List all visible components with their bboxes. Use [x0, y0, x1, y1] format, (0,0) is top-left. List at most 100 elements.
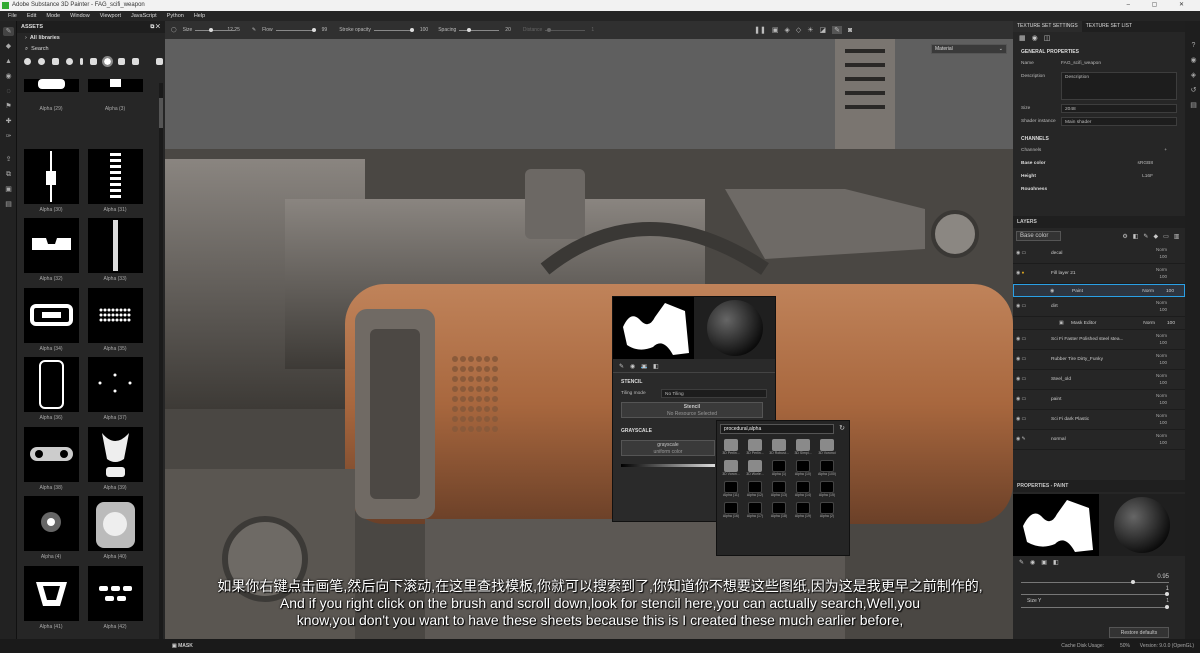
settings-icon[interactable]: ▦ — [1019, 34, 1026, 42]
layer-opacity[interactable]: 100 — [1159, 400, 1167, 405]
all-libraries[interactable]: › All libraries — [17, 33, 165, 44]
asset-item[interactable]: Alpha (39) — [85, 426, 145, 497]
smudge-icon[interactable]: ◌ — [3, 87, 14, 96]
asset-item[interactable]: Alpha (4) — [21, 496, 81, 566]
geometry-fill-icon[interactable]: ◉ — [3, 72, 14, 81]
layer-blend[interactable]: Norm — [1156, 393, 1167, 398]
material-tab-icon[interactable]: ◉ — [630, 363, 635, 370]
asset-item[interactable]: Alpha (35) — [85, 287, 145, 358]
projection-icon[interactable]: ▲ — [3, 57, 14, 66]
layer-opacity[interactable]: 100 — [1159, 380, 1167, 385]
brush-tab-icon[interactable]: ✎ — [619, 363, 624, 370]
layer-opacity[interactable]: 100 — [1159, 274, 1167, 279]
eye-icon[interactable]: ◉ ▭ — [1016, 330, 1026, 350]
resource-item[interactable]: Alpha (12) — [744, 480, 766, 500]
spacing-value[interactable]: 20 — [505, 27, 511, 33]
flow-value[interactable]: 99 — [322, 27, 328, 33]
name-value[interactable]: FAG_scifi_weapon — [1061, 59, 1101, 68]
filter-particles-icon[interactable] — [90, 57, 97, 65]
layer-row-mask[interactable]: ▣ Mask Editor Norm 100 — [1013, 317, 1185, 330]
asset-item[interactable]: Alpha (37) — [85, 357, 145, 427]
material-picker-icon[interactable]: ✚ — [3, 117, 14, 126]
add-paint-layer-icon[interactable]: ✎ — [1143, 233, 1148, 240]
stencil-tab-icon[interactable]: ▣ — [1041, 559, 1047, 566]
layer-opacity[interactable]: 100 — [1159, 340, 1167, 345]
brush-active-icon[interactable]: ✎ — [832, 26, 843, 34]
pause-icon[interactable]: ❚❚ — [754, 26, 766, 34]
layer-blend[interactable]: Norm — [1156, 413, 1167, 418]
asset-item[interactable]: Alpha (36) — [21, 357, 81, 427]
resource-item[interactable]: Alpha (1) — [768, 459, 790, 479]
close-icon[interactable]: ⧉ ✕ — [150, 21, 160, 33]
distance-slider[interactable] — [545, 27, 586, 32]
material-tab-icon[interactable]: ◉ — [1030, 559, 1035, 566]
layer-row[interactable]: ◉ ▭ Steel_old Norm 100 — [1013, 370, 1185, 390]
lighting-icon[interactable]: ☀ — [807, 26, 813, 34]
menu-help[interactable]: Help — [194, 11, 205, 21]
layer-opacity[interactable]: 100 — [1159, 307, 1167, 312]
layer-blend[interactable]: Norm — [1143, 317, 1155, 330]
filter-environment-icon[interactable] — [132, 57, 139, 65]
resource-item[interactable]: Alpha (2) — [816, 501, 838, 521]
export-icon[interactable]: ⧉ — [3, 170, 14, 179]
filter-alphas-icon[interactable] — [102, 55, 113, 67]
window-controls[interactable]: – ▢ ✕ — [1127, 0, 1194, 11]
resource-item[interactable]: Alpha (10) — [792, 459, 814, 479]
layer-row[interactable]: ◉ ▭ dirt Norm 100 — [1013, 297, 1185, 317]
layer-row[interactable]: ◉ ✎ normal Norm 100 — [1013, 430, 1185, 450]
material-icon[interactable]: ◉ — [1032, 34, 1038, 42]
add-effect-icon[interactable]: ⚙ — [1122, 233, 1127, 240]
size-slider[interactable] — [195, 27, 236, 32]
layer-row[interactable]: ◉ ▭ Sci Fi dark Plastic Norm 100 — [1013, 410, 1185, 430]
resource-item[interactable]: Alpha (14) — [792, 480, 814, 500]
menu-viewport[interactable]: Viewport — [100, 11, 121, 21]
resource-item[interactable]: 3D Perlin... — [720, 438, 742, 458]
add-folder-icon[interactable]: ▭ — [1163, 233, 1169, 240]
layer-opacity[interactable]: 100 — [1167, 317, 1175, 330]
filter-brush-icon[interactable] — [80, 57, 83, 65]
shader-settings-icon[interactable]: ◈ — [1188, 71, 1199, 80]
add-channel-icon[interactable]: + — [1164, 146, 1167, 155]
eraser-icon[interactable]: ◆ — [3, 42, 14, 51]
alpha-tab-icon[interactable]: ◧ — [1053, 559, 1059, 566]
asset-item[interactable]: Alpha (34) — [21, 287, 81, 358]
asset-item[interactable]: Alpha (38) — [21, 426, 81, 497]
layer-blend[interactable]: Norm — [1156, 247, 1167, 252]
eye-icon[interactable]: ◉ ▭ — [1016, 244, 1026, 264]
paint-brush-icon[interactable]: ✎ — [3, 27, 14, 36]
spacing-slider[interactable] — [459, 27, 500, 32]
screenshot-icon[interactable]: ◙ — [848, 27, 852, 34]
layer-row[interactable]: ◉ ▭ Rubber Tire Dirty_Funky Norm 100 — [1013, 350, 1185, 370]
material-select[interactable]: Material ⌄ — [931, 44, 1007, 54]
resource-item[interactable]: Alpha (15) — [816, 480, 838, 500]
filter-all-icon[interactable] — [24, 57, 31, 65]
history-icon[interactable]: ↺ — [1188, 86, 1199, 95]
flow-pen-icon[interactable]: ✎ — [252, 27, 256, 33]
tab-texture-set-list[interactable]: TEXTURE SET LIST — [1082, 21, 1136, 32]
grayscale-button[interactable]: grayscale uniform color — [621, 440, 715, 456]
menu-file[interactable]: File — [8, 11, 17, 21]
shelf-icon[interactable]: ▣ — [3, 185, 14, 194]
layer-blend[interactable]: Norm — [1156, 433, 1167, 438]
brush-tab-icon[interactable]: ✎ — [1019, 559, 1024, 566]
viewport-mode-icon[interactable]: ▣ — [772, 26, 779, 34]
clone-icon[interactable]: ⚑ — [3, 102, 14, 111]
stroke-opacity-slider[interactable] — [373, 27, 414, 32]
resource-item[interactable]: Alpha (100) — [816, 459, 838, 479]
resource-item[interactable]: 3D Voron... — [720, 459, 742, 479]
color-picker-icon[interactable]: ✑ — [3, 132, 14, 141]
filter-materials-icon[interactable] — [38, 57, 45, 65]
asset-item[interactable]: Alpha (40) — [85, 496, 145, 566]
description-field[interactable]: Description — [1061, 72, 1177, 100]
refresh-icon[interactable]: ↻ — [839, 424, 845, 432]
channel-select[interactable]: Base color — [1016, 231, 1062, 241]
eye-icon[interactable]: ◉ ▭ — [1016, 370, 1026, 390]
bake-icon[interactable]: ⇪ — [3, 155, 14, 164]
filter-grunge-icon[interactable] — [118, 57, 125, 65]
resource-item[interactable]: 3D Perlin... — [744, 438, 766, 458]
layer-opacity[interactable]: 100 — [1159, 440, 1167, 445]
layer-row-selected[interactable]: ◉ Paint Norm 100 — [1013, 284, 1185, 297]
distance-value[interactable]: 1 — [591, 27, 594, 33]
height-format[interactable]: L16F — [1142, 172, 1153, 181]
layer-row[interactable]: ◉ ▭ paint Norm 100 — [1013, 390, 1185, 410]
